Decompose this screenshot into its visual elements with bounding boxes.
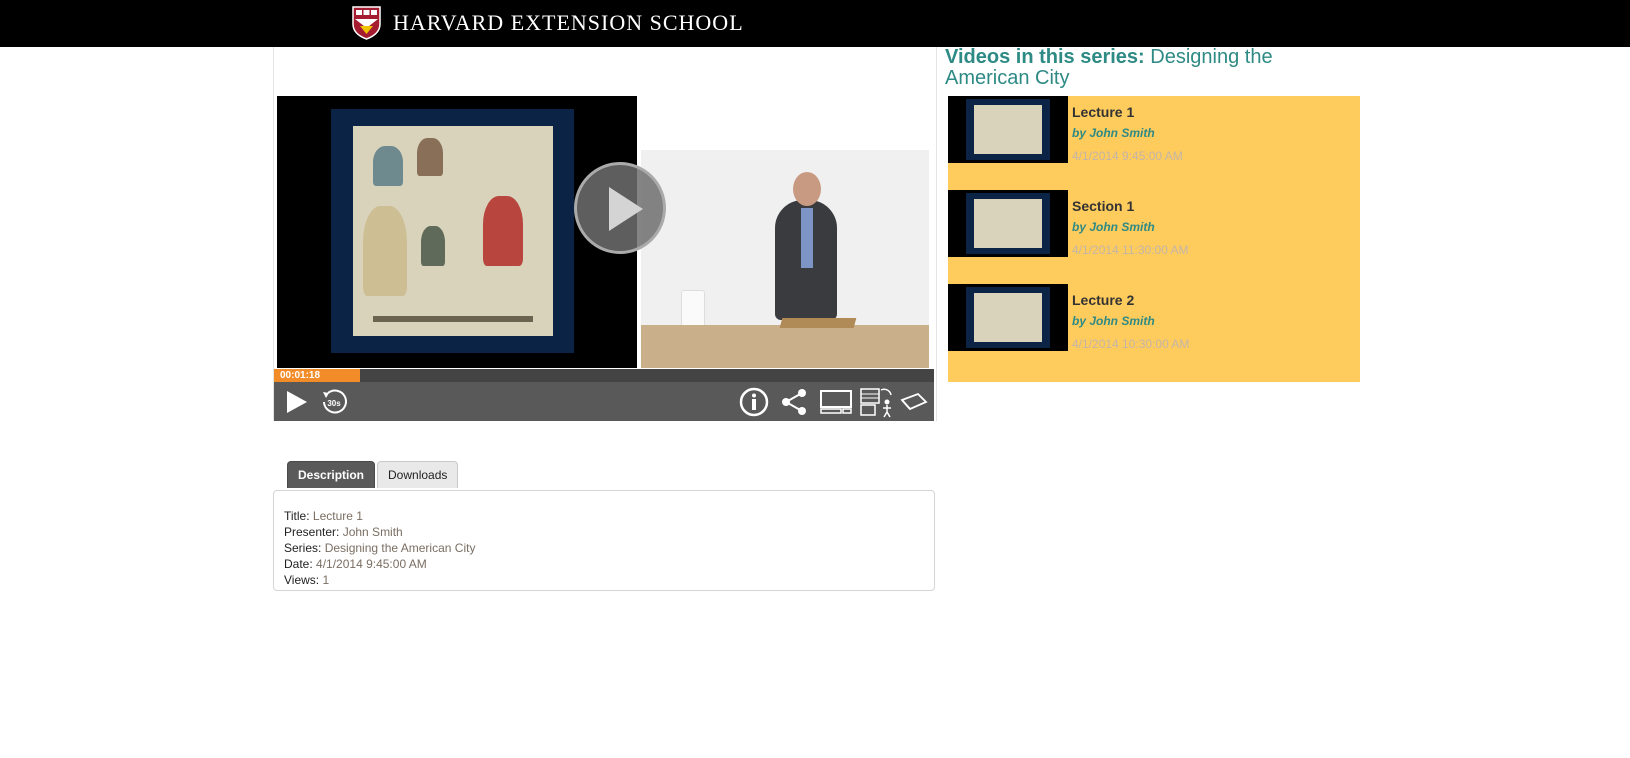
series-playlist: Lecture 1 by John Smith 4/1/2014 9:45:00… — [948, 96, 1360, 382]
rewind-label: 30s — [327, 399, 341, 408]
shield-icon — [352, 6, 381, 40]
top-bar: HARVARD EXTENSION SCHOOL — [0, 0, 1630, 47]
desc-views-value: 1 — [322, 573, 330, 587]
playlist-item-date: 4/1/2014 9:45:00 AM — [1072, 149, 1183, 163]
video-thumbnail[interactable] — [948, 190, 1068, 257]
playlist-item-date: 4/1/2014 11:30:00 AM — [1072, 243, 1189, 257]
desc-title-label: Title: — [284, 509, 310, 523]
playlist-item-title[interactable]: Section 1 — [1072, 198, 1134, 214]
tab-description[interactable]: Description — [287, 461, 376, 488]
desc-presenter-label: Presenter: — [284, 525, 340, 539]
desc-date-value: 4/1/2014 9:45:00 AM — [316, 557, 427, 571]
play-icon[interactable] — [284, 390, 308, 414]
swap-icon[interactable] — [859, 386, 895, 418]
info-icon[interactable] — [739, 387, 769, 417]
playlist-item-title[interactable]: Lecture 2 — [1072, 292, 1134, 308]
desc-title-row: Title: Lecture 1 — [284, 508, 924, 524]
video-thumbnail[interactable] — [948, 284, 1068, 351]
brand-title: HARVARD EXTENSION SCHOOL — [393, 10, 744, 35]
desc-series-value: Designing the American City — [324, 541, 476, 555]
playlist-item[interactable]: Lecture 2 by John Smith 4/1/2014 10:30:0… — [948, 284, 1360, 354]
progress-bar[interactable]: 00:01:18 — [274, 369, 934, 382]
big-play-button[interactable] — [574, 162, 666, 254]
video-thumbnail[interactable] — [948, 96, 1068, 163]
playlist-item[interactable]: Section 1 by John Smith 4/1/2014 11:30:0… — [948, 190, 1360, 260]
series-heading: Videos in this series: Designing the Ame… — [945, 47, 1345, 89]
school-logo[interactable]: HARVARD EXTENSION SCHOOL — [352, 6, 744, 40]
playlist-item-title[interactable]: Lecture 1 — [1072, 104, 1134, 120]
playlist-item-presenter: by John Smith — [1072, 314, 1155, 328]
camera-video-stream[interactable] — [641, 150, 929, 368]
slide-image — [331, 109, 574, 353]
desc-series-row: Series: Designing the American City — [284, 540, 924, 556]
desc-views-row: Views: 1 — [284, 572, 924, 588]
desc-date-row: Date: 4/1/2014 9:45:00 AM — [284, 556, 924, 572]
desc-views-label: Views: — [284, 573, 320, 587]
control-bar: 30s — [274, 382, 934, 421]
playlist-item-presenter: by John Smith — [1072, 220, 1155, 234]
desc-presenter-value: John Smith — [342, 525, 403, 539]
tab-downloads[interactable]: Downloads — [377, 461, 459, 488]
desc-title-value: Lecture 1 — [312, 509, 363, 523]
series-heading-prefix: Videos in this series: — [945, 46, 1145, 68]
layout-icon[interactable] — [819, 389, 853, 415]
rewind-30s-icon[interactable]: 30s — [320, 388, 348, 416]
desc-series-label: Series: — [284, 541, 322, 555]
tab-bar: Description Downloads — [287, 461, 459, 488]
hide-icon[interactable] — [900, 392, 928, 412]
description-panel: Title: Lecture 1 Presenter: John Smith S… — [273, 490, 935, 591]
desc-presenter-row: Presenter: John Smith — [284, 524, 924, 540]
playlist-item-date: 4/1/2014 10:30:00 AM — [1072, 337, 1190, 351]
share-icon[interactable] — [779, 388, 809, 416]
desc-date-label: Date: — [284, 557, 313, 571]
playlist-item-presenter: by John Smith — [1072, 126, 1155, 140]
current-time: 00:01:18 — [280, 370, 321, 381]
playlist-item[interactable]: Lecture 1 by John Smith 4/1/2014 9:45:00… — [948, 96, 1360, 166]
